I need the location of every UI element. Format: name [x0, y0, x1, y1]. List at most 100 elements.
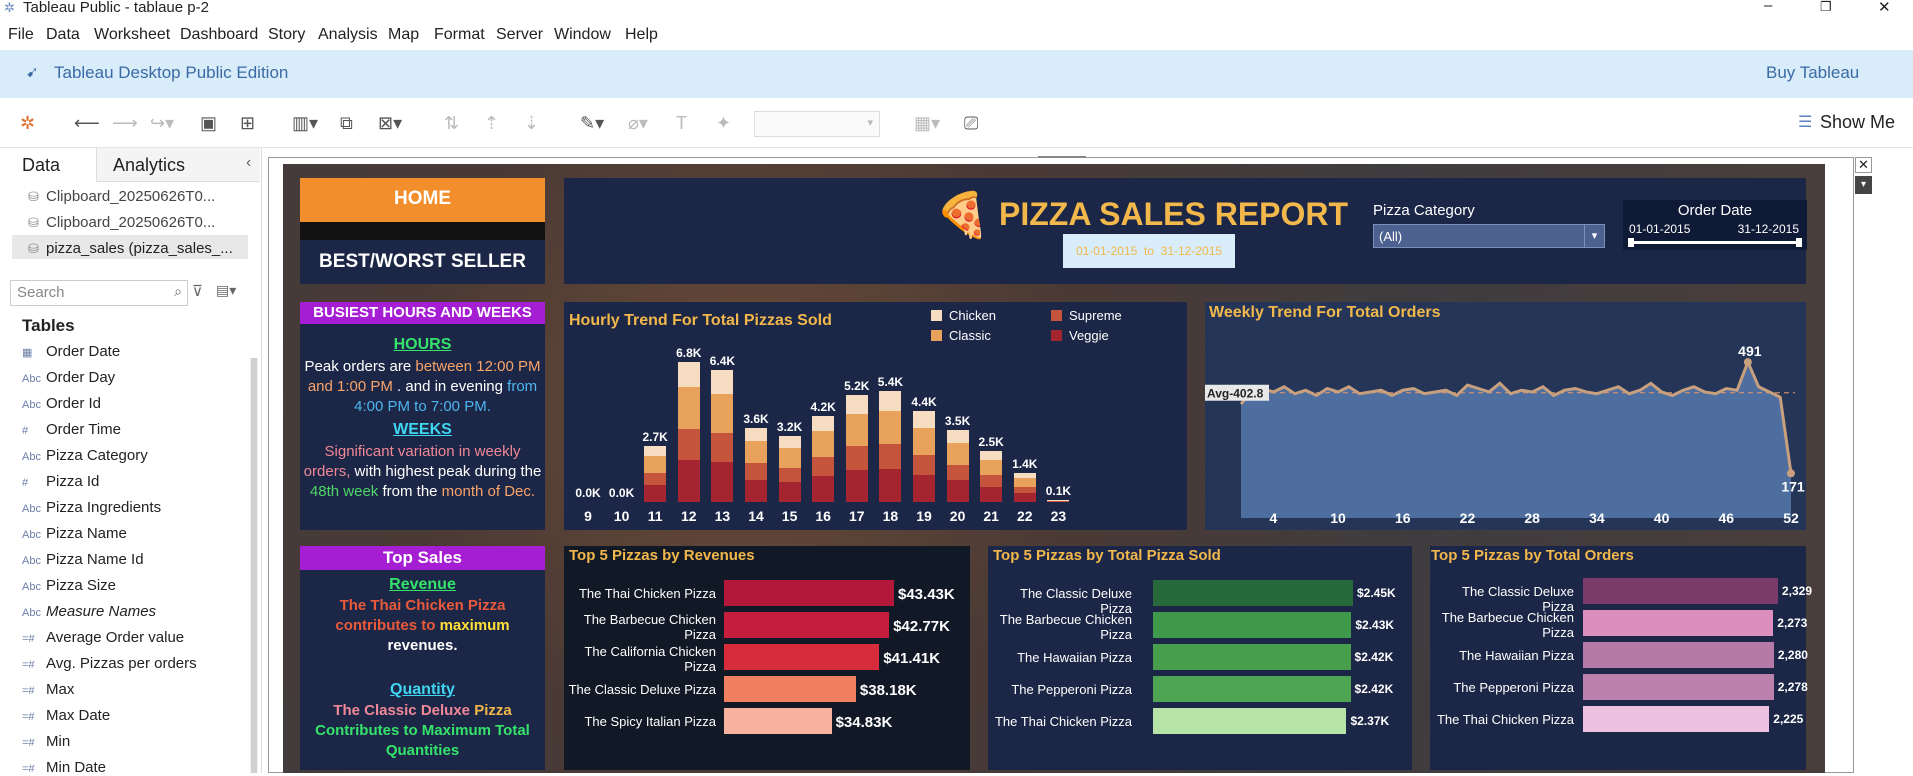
field-pizza-category[interactable]: AbcPizza Category — [22, 447, 148, 464]
hourly-bar-segment[interactable] — [745, 480, 767, 502]
hourly-bar-segment[interactable] — [913, 455, 935, 475]
hourly-bar-segment[interactable] — [980, 487, 1002, 502]
field-avg-pizzas-per-orders[interactable]: =#Avg. Pizzas per orders — [22, 655, 197, 672]
date-slider-track[interactable] — [1631, 241, 1799, 244]
hourly-bar-segment[interactable] — [711, 462, 733, 502]
bar[interactable] — [724, 580, 894, 606]
bar[interactable] — [1153, 612, 1351, 638]
datasource-2[interactable]: Clipboard_20250626T0... — [46, 214, 215, 231]
menu-map[interactable]: Map — [388, 26, 419, 44]
buy-tableau-link[interactable]: Buy Tableau — [1766, 63, 1859, 83]
hourly-bar-segment[interactable] — [1014, 487, 1036, 493]
date-slider-handle-end[interactable] — [1796, 238, 1802, 247]
hourly-bar-segment[interactable] — [913, 428, 935, 455]
replay-icon[interactable]: ↪▾ — [150, 114, 174, 132]
hourly-bar-segment[interactable] — [711, 370, 733, 394]
hourly-bar-segment[interactable] — [1014, 473, 1036, 478]
field-order-date[interactable]: ▦Order Date — [22, 343, 120, 360]
undo-icon[interactable]: ⟵ — [74, 114, 100, 132]
hourly-bar-segment[interactable] — [779, 482, 801, 502]
datasource-3[interactable]: pizza_sales (pizza_sales_... — [46, 240, 233, 257]
highlight-icon[interactable]: ✎▾ — [580, 114, 604, 132]
hourly-bar-segment[interactable] — [745, 463, 767, 479]
redo-icon[interactable]: ⟶ — [112, 114, 138, 132]
menu-help[interactable]: Help — [625, 26, 658, 44]
tab-data[interactable]: Data — [0, 148, 96, 182]
hourly-bar-segment[interactable] — [1014, 493, 1036, 502]
pin-axis-icon[interactable]: ✦ — [716, 114, 731, 132]
hourly-bar-segment[interactable] — [711, 433, 733, 462]
hourly-bar-segment[interactable] — [947, 430, 969, 443]
close-button[interactable]: ✕ — [1878, 0, 1891, 16]
field-pizza-id[interactable]: #Pizza Id — [22, 473, 99, 490]
hourly-bar-segment[interactable] — [644, 485, 666, 502]
menu-dashboard[interactable]: Dashboard — [180, 26, 258, 44]
bar[interactable] — [724, 612, 889, 638]
hourly-bar-segment[interactable] — [1047, 500, 1069, 501]
menu-worksheet[interactable]: Worksheet — [94, 26, 170, 44]
new-worksheet-icon[interactable]: ▥▾ — [292, 114, 318, 132]
search-input[interactable]: Search ⌕ — [10, 280, 188, 306]
menu-analysis[interactable]: Analysis — [318, 26, 378, 44]
hourly-bar-segment[interactable] — [879, 444, 901, 468]
hourly-bar-segment[interactable] — [879, 469, 901, 502]
hourly-bar-segment[interactable] — [812, 431, 834, 457]
hourly-bar-segment[interactable] — [812, 476, 834, 502]
weekly-marker[interactable] — [1744, 358, 1752, 366]
hourly-bar-segment[interactable] — [913, 475, 935, 502]
bar[interactable] — [1153, 644, 1351, 670]
maximize-button[interactable]: ❐ — [1820, 0, 1832, 15]
bar[interactable] — [1583, 610, 1773, 636]
fit-dropdown[interactable]: ▾ — [754, 111, 880, 137]
hourly-bar-segment[interactable] — [644, 446, 666, 456]
hourly-bar-segment[interactable] — [980, 460, 1002, 475]
hourly-bar-segment[interactable] — [678, 429, 700, 460]
tableau-icon[interactable]: ✲ — [20, 114, 35, 132]
field-order-day[interactable]: AbcOrder Day — [22, 369, 115, 386]
hourly-bar-segment[interactable] — [846, 414, 868, 446]
hourly-bar-segment[interactable] — [745, 428, 767, 441]
hourly-bar-segment[interactable] — [644, 456, 666, 473]
clear-sheet-icon[interactable]: ⊠▾ — [378, 114, 402, 132]
category-filter-select[interactable]: (All) ▾ — [1373, 224, 1605, 248]
field-order-id[interactable]: AbcOrder Id — [22, 395, 101, 412]
field-order-time[interactable]: #Order Time — [22, 421, 121, 438]
hourly-bar-segment[interactable] — [779, 468, 801, 482]
field-average-order-value[interactable]: =#Average Order value — [22, 629, 184, 646]
sort-desc-icon[interactable]: ⇣ — [524, 114, 539, 132]
field-min-date[interactable]: =#Min Date — [22, 759, 106, 776]
view-options-icon[interactable]: ▤▾ — [216, 282, 236, 299]
hourly-bar-segment[interactable] — [678, 362, 700, 387]
bar[interactable] — [1583, 706, 1769, 732]
home-button[interactable]: HOME — [300, 178, 545, 222]
hourly-bar-segment[interactable] — [980, 475, 1002, 486]
hourly-bar-segment[interactable] — [678, 460, 700, 502]
field-min[interactable]: =#Min — [22, 733, 70, 750]
menu-story[interactable]: Story — [268, 26, 305, 44]
menu-data[interactable]: Data — [46, 26, 80, 44]
hourly-bar-segment[interactable] — [1014, 478, 1036, 487]
collapse-icon[interactable]: ‹ — [246, 154, 251, 172]
hourly-bar-segment[interactable] — [980, 451, 1002, 460]
bar[interactable] — [1583, 642, 1774, 668]
field-pizza-size[interactable]: AbcPizza Size — [22, 577, 116, 594]
close-dashboard-icon[interactable]: ✕ — [1855, 157, 1872, 173]
filter-icon[interactable]: ⊽ — [192, 282, 203, 300]
bestworst-button[interactable]: BEST/WORST SELLER — [300, 240, 545, 284]
tab-analytics[interactable]: Analytics — [96, 148, 260, 182]
hourly-bar-segment[interactable] — [678, 387, 700, 429]
bar[interactable] — [724, 644, 879, 670]
save-icon[interactable]: ▣ — [200, 114, 217, 132]
hourly-bar-segment[interactable] — [947, 480, 969, 502]
bar[interactable] — [1153, 580, 1353, 606]
field-pizza-name[interactable]: AbcPizza Name — [22, 525, 127, 542]
menu-window[interactable]: Window — [554, 26, 611, 44]
datasource-1[interactable]: Clipboard_20250626T0... — [46, 188, 215, 205]
hourly-bar-segment[interactable] — [644, 473, 666, 485]
hourly-bar-segment[interactable] — [812, 457, 834, 476]
hourly-bar-segment[interactable] — [913, 411, 935, 427]
date-slider-handle-start[interactable] — [1628, 238, 1634, 247]
label-icon[interactable]: T — [676, 114, 687, 132]
hourly-bar-segment[interactable] — [812, 416, 834, 432]
show-me-button[interactable]: Show Me — [1820, 112, 1895, 133]
